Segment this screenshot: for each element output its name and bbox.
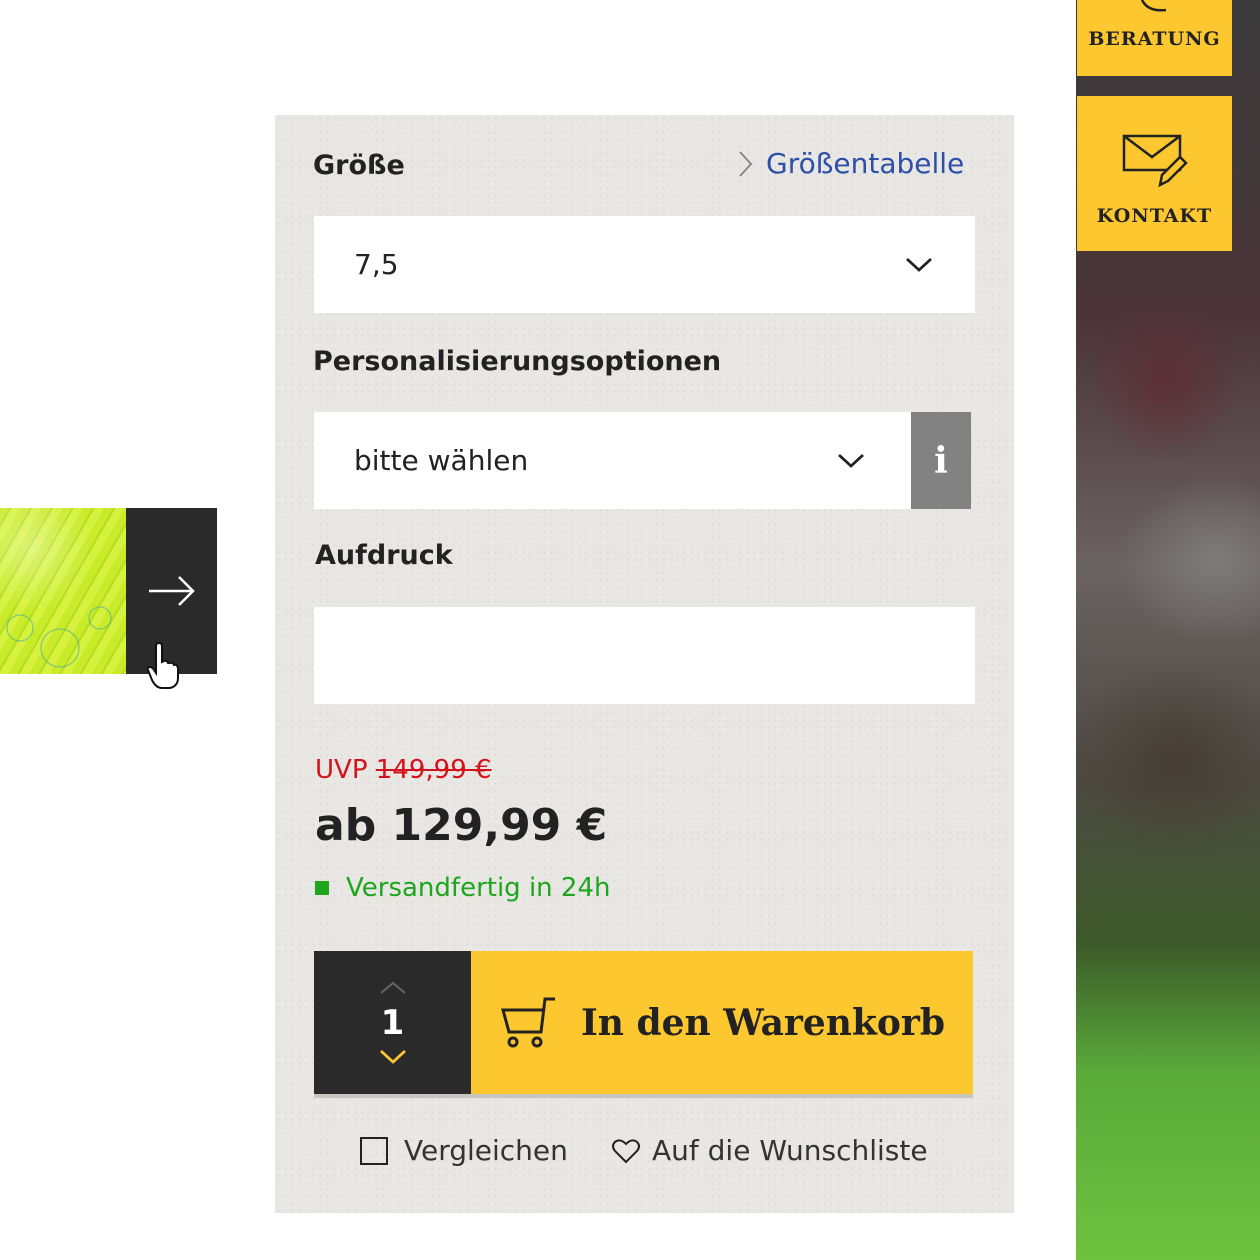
compare-label: Vergleichen [404,1134,568,1167]
imprint-input[interactable] [314,607,975,704]
quantity-stepper[interactable]: 1 [314,951,471,1098]
shopping-cart-icon [500,997,555,1047]
personalization-info-button[interactable]: i [911,412,971,509]
mail-icon [1122,134,1188,188]
availability-indicator [315,881,329,895]
chevron-down-icon[interactable] [379,1049,407,1065]
chevron-down-icon [906,257,932,272]
product-image-thumbnail[interactable] [0,508,126,674]
personalization-label: Personalisierungsoptionen [313,346,722,377]
current-price: ab 129,99 € [315,800,608,851]
quantity-value: 1 [380,1002,405,1043]
heart-icon [612,1138,640,1163]
add-to-cart-button[interactable]: In den Warenkorb [471,951,973,1098]
size-table-link-label: Größentabelle [766,147,965,180]
uvp-value: 149,99 € [375,755,492,785]
size-select-value: 7,5 [354,248,399,281]
hand-cursor-icon [146,642,179,689]
size-label: Größe [313,150,405,181]
info-icon: i [934,439,948,482]
wishlist-link[interactable]: Auf die Wunschliste [612,1134,928,1167]
uvp-prefix: UVP [315,755,368,785]
personalization-select[interactable]: bitte wählen [314,412,911,509]
personalization-select-value: bitte wählen [354,444,529,477]
quantity-shadow [314,1094,471,1098]
uvp-price: UVP 149,99 € [315,755,492,785]
wishlist-label: Auf die Wunschliste [652,1134,928,1167]
chevron-up-icon[interactable] [379,981,407,995]
availability-text: Versandfertig in 24h [346,873,611,903]
arrow-right-icon [148,576,195,606]
availability-status: Versandfertig in 24h [315,873,610,903]
kontakt-button[interactable]: KONTAKT [1077,96,1232,251]
beratung-label: BERATUNG [1088,28,1221,50]
compare-checkbox[interactable] [360,1136,388,1165]
compare-toggle[interactable]: Vergleichen [360,1134,568,1167]
add-to-cart-label: In den Warenkorb [580,1001,946,1044]
glove-pattern [0,508,126,674]
kontakt-label: KONTAKT [1096,205,1213,227]
chevron-right-icon [739,150,753,177]
size-table-link[interactable]: Größentabelle [738,147,964,180]
phone-icon [1140,0,1167,12]
size-select[interactable]: 7,5 [314,216,975,313]
chevron-down-icon [838,453,864,468]
imprint-label: Aufdruck [315,540,453,571]
